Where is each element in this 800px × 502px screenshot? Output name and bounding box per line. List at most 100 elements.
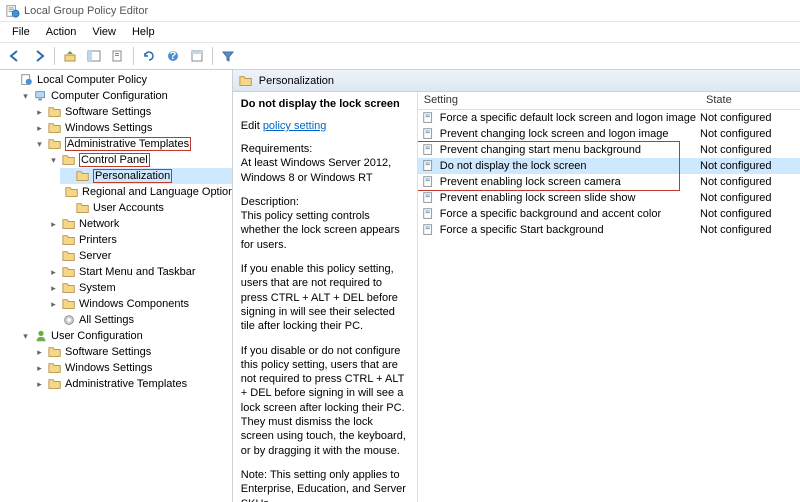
list-item[interactable]: Force a specific Start backgroundNot con… [418,222,800,238]
folder-icon [62,265,76,279]
tree-system[interactable]: ▸System [46,280,232,296]
expand-icon[interactable]: ▸ [34,347,45,358]
refresh-button[interactable] [138,45,160,67]
properties-button[interactable] [186,45,208,67]
settings-list-pane[interactable]: Setting State Force a specific default l… [418,92,800,502]
folder-icon [62,217,76,231]
folder-icon [48,121,62,135]
folder-icon [62,233,76,247]
expand-icon[interactable]: ▸ [34,363,45,374]
description-label: Description: [241,195,409,209]
description-text-4: Note: This setting only applies to Enter… [241,468,409,502]
col-state[interactable]: State [700,92,800,109]
computer-icon [34,89,48,103]
expand-icon[interactable]: ▸ [48,267,59,278]
right-header-title: Personalization [259,75,334,87]
title-bar: Local Group Policy Editor [0,0,800,22]
folder-icon [62,297,76,311]
tree-windows-settings[interactable]: ▸Windows Settings [32,120,232,136]
requirements-label: Requirements: [241,142,409,156]
menu-view[interactable]: View [84,24,124,40]
expand-icon[interactable]: ▸ [34,107,45,118]
toolbar-separator [212,47,213,65]
tree-user-software-settings[interactable]: ▸Software Settings [32,344,232,360]
expand-icon[interactable]: ▸ [48,219,59,230]
tree-regional-language[interactable]: Regional and Language Options [60,184,232,200]
list-item[interactable]: Force a specific default lock screen and… [418,110,800,126]
expand-icon[interactable]: ▸ [34,379,45,390]
user-icon [34,329,48,343]
folder-icon [48,137,62,151]
toolbar-separator [54,47,55,65]
tree-root[interactable]: Local Computer Policy [4,72,232,88]
tree-pane[interactable]: Local Computer Policy ▾ Computer Configu… [0,70,233,502]
list-item[interactable]: Prevent enabling lock screen slide showN… [418,190,800,206]
list-header: Setting State [418,92,800,110]
tree-user-windows-settings[interactable]: ▸Windows Settings [32,360,232,376]
folder-icon [48,345,62,359]
list-item[interactable]: Force a specific background and accent c… [418,206,800,222]
filter-button[interactable] [217,45,239,67]
folder-icon [76,169,90,183]
tree-all-settings[interactable]: All Settings [46,312,232,328]
tree-software-settings[interactable]: ▸Software Settings [32,104,232,120]
collapse-icon[interactable]: ▾ [20,331,31,342]
col-setting[interactable]: Setting [418,92,700,109]
edit-policy-link[interactable]: policy setting [263,120,327,132]
tree-windows-components[interactable]: ▸Windows Components [46,296,232,312]
forward-button[interactable] [28,45,50,67]
toolbar-separator [133,47,134,65]
folder-icon [62,249,76,263]
menu-bar: File Action View Help [0,22,800,42]
back-button[interactable] [4,45,26,67]
folder-icon [239,74,253,88]
folder-icon [48,377,62,391]
app-icon [6,4,20,18]
setting-icon [422,223,436,237]
tree-user-accounts[interactable]: User Accounts [60,200,232,216]
right-body: Do not display the lock screen Edit poli… [233,92,800,502]
svg-text:?: ? [170,50,177,62]
expand-icon[interactable]: ▸ [34,123,45,134]
list-item-selected[interactable]: Do not display the lock screenNot config… [418,158,800,174]
folder-icon [62,153,76,167]
list-item[interactable]: Prevent changing lock screen and logon i… [418,126,800,142]
folder-icon [65,185,79,199]
help-button[interactable]: ? [162,45,184,67]
setting-icon [422,111,436,125]
policy-tree[interactable]: Local Computer Policy ▾ Computer Configu… [0,72,232,392]
right-pane: Personalization Do not display the lock … [233,70,800,502]
toolbar: ? [0,42,800,70]
tree-server[interactable]: Server [46,248,232,264]
tree-network[interactable]: ▸Network [46,216,232,232]
collapse-icon[interactable]: ▾ [48,155,59,166]
right-header: Personalization [233,70,800,92]
tree-printers[interactable]: Printers [46,232,232,248]
tree-user-config[interactable]: ▾ User Configuration [18,328,232,344]
setting-icon [422,191,436,205]
folder-icon [48,361,62,375]
tree-computer-config[interactable]: ▾ Computer Configuration [18,88,232,104]
expand-icon[interactable]: ▸ [48,283,59,294]
main-area: Local Computer Policy ▾ Computer Configu… [0,70,800,502]
menu-help[interactable]: Help [124,24,163,40]
tree-control-panel[interactable]: ▾Control Panel [46,152,232,168]
collapse-icon[interactable]: ▾ [34,139,45,150]
collapse-icon[interactable]: ▾ [20,91,31,102]
setting-icon [422,159,436,173]
setting-icon [422,127,436,141]
menu-file[interactable]: File [4,24,38,40]
tree-user-admin-templates[interactable]: ▸Administrative Templates [32,376,232,392]
tree-start-menu-taskbar[interactable]: ▸Start Menu and Taskbar [46,264,232,280]
menu-action[interactable]: Action [38,24,85,40]
tree-admin-templates[interactable]: ▾Administrative Templates [32,136,232,152]
window-title: Local Group Policy Editor [24,5,148,17]
list-item[interactable]: Prevent changing start menu backgroundNo… [418,142,800,158]
show-hide-tree-button[interactable] [83,45,105,67]
expand-icon[interactable] [6,75,17,86]
list-item[interactable]: Prevent enabling lock screen cameraNot c… [418,174,800,190]
up-button[interactable] [59,45,81,67]
export-list-button[interactable] [107,45,129,67]
tree-personalization[interactable]: Personalization [60,168,232,184]
expand-icon[interactable]: ▸ [48,299,59,310]
